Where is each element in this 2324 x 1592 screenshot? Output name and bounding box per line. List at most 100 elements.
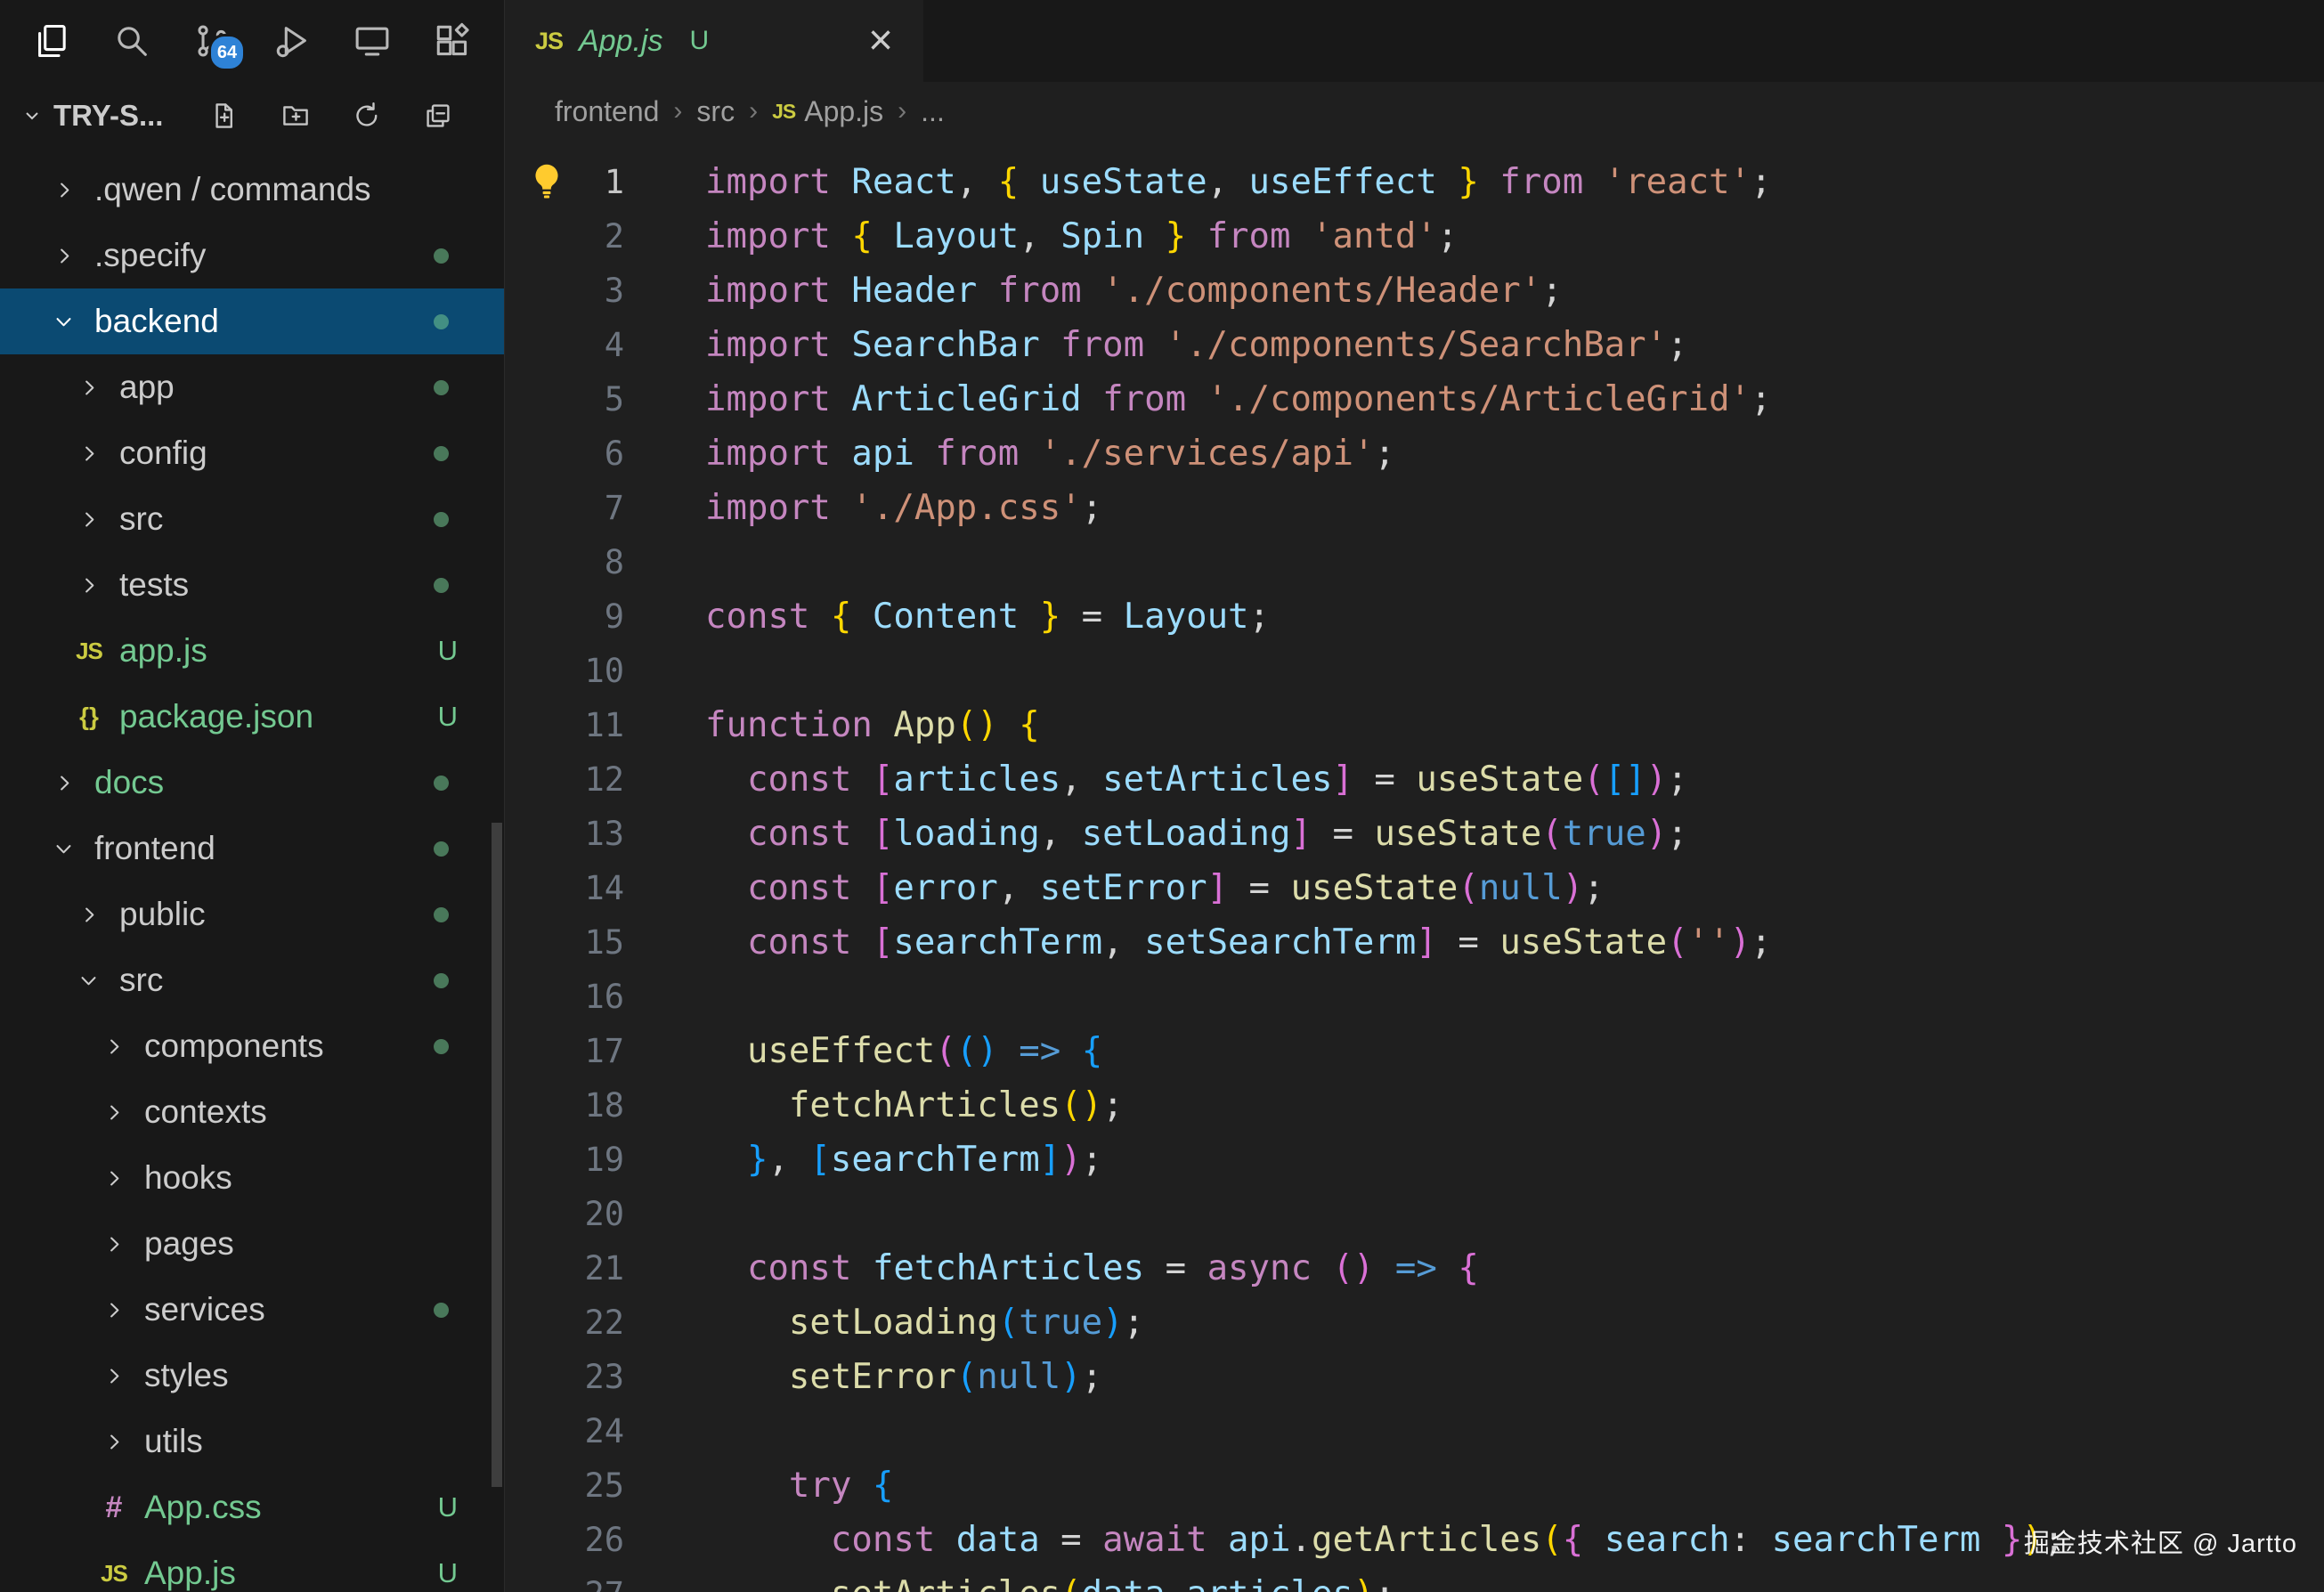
chevron-down-icon[interactable] <box>71 963 107 998</box>
breadcrumb-item-app.js[interactable]: JSApp.js <box>772 95 883 128</box>
chevron-right-icon[interactable] <box>71 435 107 471</box>
line-number[interactable]: 17 <box>505 1024 624 1078</box>
explorer-header[interactable]: TRY-S... <box>0 82 504 150</box>
chevron-right-icon[interactable] <box>96 1292 132 1328</box>
close-icon[interactable]: × <box>868 20 893 62</box>
line-number[interactable]: 26 <box>505 1513 624 1567</box>
line-number[interactable]: 11 <box>505 698 624 752</box>
new-file-icon[interactable] <box>199 91 249 141</box>
code-line[interactable]: 12 const [articles, setArticles] = useSt… <box>505 752 2324 807</box>
code-text[interactable]: }, [searchTerm]); <box>705 1133 1102 1187</box>
chevron-down-icon[interactable] <box>46 304 82 339</box>
tree-item-services[interactable]: services <box>0 1277 504 1343</box>
line-number[interactable]: 4 <box>505 318 624 372</box>
code-text[interactable]: import Header from './components/Header'… <box>705 264 1563 318</box>
code-area[interactable]: 1import React, { useState, useEffect } f… <box>505 141 2324 1592</box>
code-line[interactable]: 25 try { <box>505 1458 2324 1513</box>
line-number[interactable]: 22 <box>505 1296 624 1350</box>
chevron-down-icon[interactable] <box>16 100 48 132</box>
code-text[interactable]: fetchArticles(); <box>705 1078 1124 1133</box>
chevron-right-icon[interactable] <box>46 172 82 207</box>
line-number[interactable]: 5 <box>505 372 624 426</box>
tree-item-styles[interactable]: styles <box>0 1343 504 1409</box>
tree-item-app.js[interactable]: JSapp.jsU <box>0 618 504 684</box>
code-text[interactable]: setArticles(data.articles); <box>705 1567 1395 1592</box>
code-text[interactable]: import SearchBar from './components/Sear… <box>705 318 1688 372</box>
code-line[interactable]: 8 <box>505 535 2324 589</box>
lightbulb-icon[interactable] <box>526 160 567 201</box>
source-control-icon[interactable]: 64 <box>187 16 237 66</box>
code-line[interactable]: 9 const { Content } = Layout; <box>505 589 2324 644</box>
line-number[interactable]: 16 <box>505 970 624 1024</box>
code-line[interactable]: 22 setLoading(true); <box>505 1296 2324 1350</box>
chevron-right-icon[interactable] <box>71 501 107 537</box>
code-line[interactable]: 5import ArticleGrid from './components/A… <box>505 372 2324 426</box>
code-text[interactable]: import api from './services/api'; <box>705 426 1395 481</box>
code-line[interactable]: 13 const [loading, setLoading] = useStat… <box>505 807 2324 861</box>
line-number[interactable]: 7 <box>505 481 624 535</box>
breadcrumb-item-src[interactable]: src <box>696 95 735 128</box>
code-line[interactable]: 1import React, { useState, useEffect } f… <box>505 155 2324 209</box>
tree-item-.specify[interactable]: .specify <box>0 223 504 288</box>
code-text[interactable]: const { Content } = Layout; <box>705 589 1270 644</box>
chevron-right-icon[interactable] <box>96 1226 132 1262</box>
tree-item-config[interactable]: config <box>0 420 504 486</box>
chevron-right-icon[interactable] <box>96 1424 132 1459</box>
code-text[interactable]: const [searchTerm, setSearchTerm] = useS… <box>705 915 1772 970</box>
line-number[interactable]: 12 <box>505 752 624 807</box>
line-number[interactable]: 6 <box>505 426 624 481</box>
tree-item-src[interactable]: src <box>0 947 504 1013</box>
collapse-all-icon[interactable] <box>413 91 463 141</box>
code-text[interactable]: import { Layout, Spin } from 'antd'; <box>705 209 1458 264</box>
code-text[interactable]: setError(null); <box>705 1350 1102 1404</box>
line-number[interactable]: 24 <box>505 1404 624 1458</box>
remote-explorer-icon[interactable] <box>347 16 397 66</box>
search-icon[interactable] <box>107 16 157 66</box>
line-number[interactable]: 15 <box>505 915 624 970</box>
code-line[interactable]: 23 setError(null); <box>505 1350 2324 1404</box>
line-number[interactable]: 14 <box>505 861 624 915</box>
code-text[interactable]: import React, { useState, useEffect } fr… <box>705 155 1772 209</box>
tree-item-backend[interactable]: backend <box>0 288 504 354</box>
chevron-right-icon[interactable] <box>46 765 82 800</box>
code-line[interactable]: 16 <box>505 970 2324 1024</box>
code-text[interactable]: const [articles, setArticles] = useState… <box>705 752 1688 807</box>
tree-item-frontend[interactable]: frontend <box>0 816 504 881</box>
code-text[interactable]: const [loading, setLoading] = useState(t… <box>705 807 1688 861</box>
code-text[interactable]: try { <box>705 1458 893 1513</box>
extensions-icon[interactable] <box>427 16 477 66</box>
code-text[interactable]: function App() { <box>705 698 1040 752</box>
tree-item-utils[interactable]: utils <box>0 1409 504 1474</box>
tree-item-docs[interactable]: docs <box>0 750 504 816</box>
line-number[interactable]: 20 <box>505 1187 624 1241</box>
code-line[interactable]: 24 <box>505 1404 2324 1458</box>
code-line[interactable]: 10 <box>505 644 2324 698</box>
code-text[interactable]: const fetchArticles = async () => { <box>705 1241 1479 1296</box>
code-line[interactable]: 14 const [error, setError] = useState(nu… <box>505 861 2324 915</box>
chevron-down-icon[interactable] <box>46 831 82 866</box>
line-number[interactable]: 9 <box>505 589 624 644</box>
code-line[interactable]: 18 fetchArticles(); <box>505 1078 2324 1133</box>
code-line[interactable]: 19 }, [searchTerm]); <box>505 1133 2324 1187</box>
tree-item-src[interactable]: src <box>0 486 504 552</box>
code-line[interactable]: 6 import api from './services/api'; <box>505 426 2324 481</box>
tree-item-package.json[interactable]: {}package.jsonU <box>0 684 504 750</box>
tab-app-js[interactable]: JS App.js U × <box>505 0 923 82</box>
chevron-right-icon[interactable] <box>71 567 107 603</box>
code-text[interactable]: setLoading(true); <box>705 1296 1144 1350</box>
code-text[interactable]: useEffect(() => { <box>705 1024 1102 1078</box>
tree-item-app.js[interactable]: JSApp.jsU <box>0 1540 504 1592</box>
breadcrumb-item-...[interactable]: ... <box>921 95 945 128</box>
code-text[interactable]: const [error, setError] = useState(null)… <box>705 861 1605 915</box>
tree-item-contexts[interactable]: contexts <box>0 1079 504 1145</box>
tree-item-public[interactable]: public <box>0 881 504 947</box>
tree-item-components[interactable]: components <box>0 1013 504 1079</box>
chevron-right-icon[interactable] <box>96 1094 132 1130</box>
new-folder-icon[interactable] <box>271 91 321 141</box>
tree-item-app.css[interactable]: #App.cssU <box>0 1474 504 1540</box>
chevron-right-icon[interactable] <box>96 1160 132 1196</box>
code-text[interactable]: import './App.css'; <box>705 481 1102 535</box>
line-number[interactable]: 21 <box>505 1241 624 1296</box>
code-line[interactable]: 17 useEffect(() => { <box>505 1024 2324 1078</box>
run-debug-icon[interactable] <box>267 16 317 66</box>
